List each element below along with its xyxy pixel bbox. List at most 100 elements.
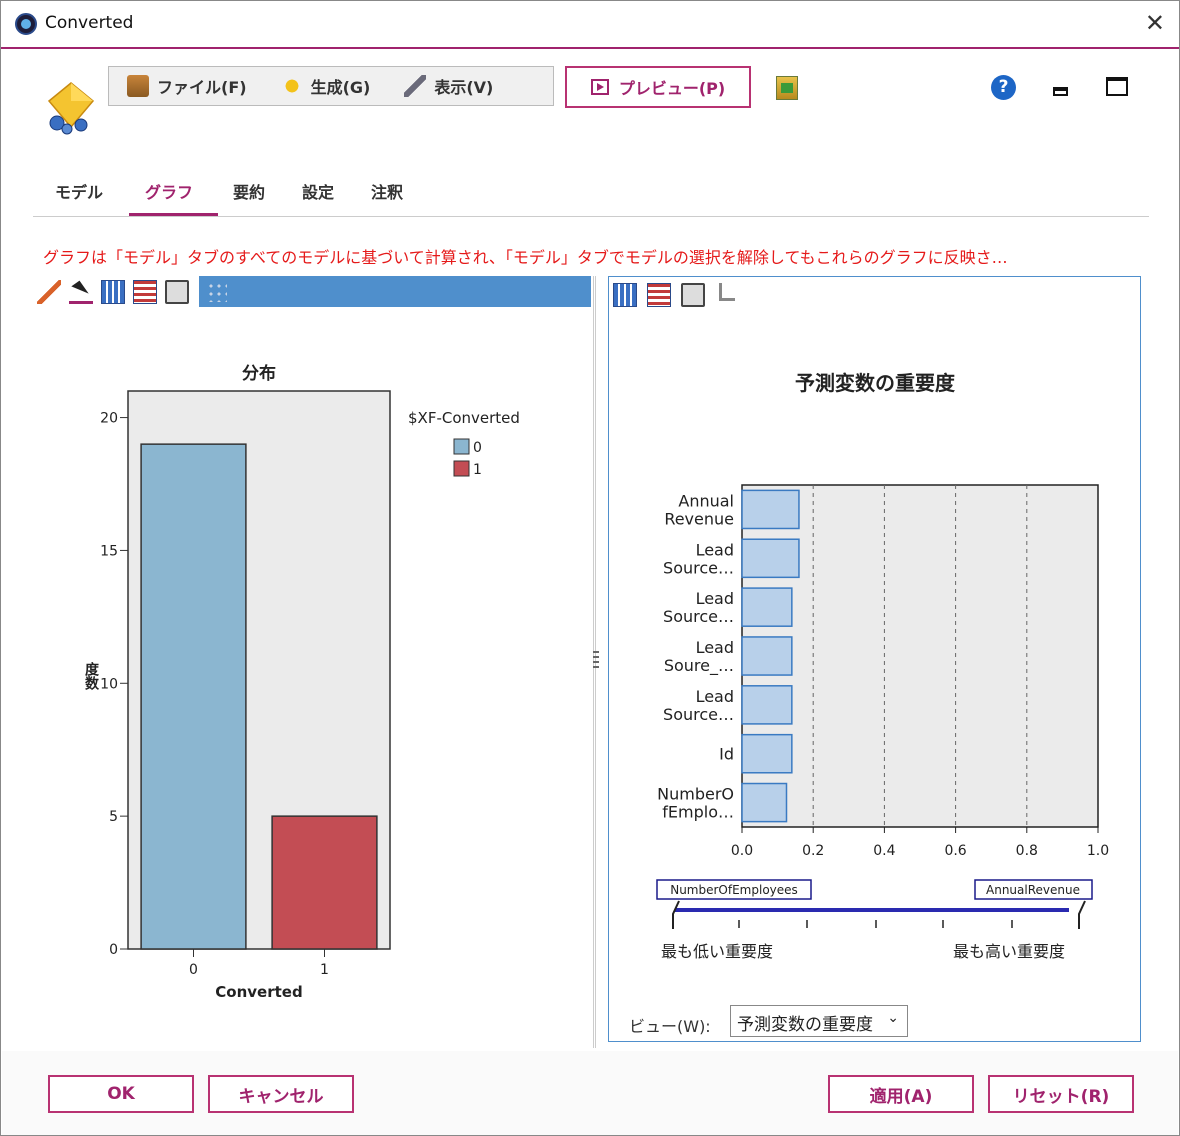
predictor-label: Source…	[663, 558, 734, 577]
flashlight-icon	[404, 75, 427, 97]
low-variable-name: NumberOfEmployees	[670, 883, 798, 897]
x-axis-label: Converted	[215, 983, 302, 1001]
y-tick-label: 10	[100, 676, 118, 692]
plot-area	[741, 484, 1099, 828]
app-icon	[15, 13, 37, 35]
legend-swatch-1	[453, 460, 470, 477]
predictor-label: Source…	[663, 607, 734, 626]
predictor-label: Soure_…	[664, 656, 734, 676]
predictor-label: Source…	[663, 705, 734, 724]
legend-label-1: 1	[473, 462, 482, 478]
menu-generate[interactable]: 生成(G)	[280, 74, 371, 98]
predictor-label: Id	[719, 745, 734, 764]
copy-chart-icon[interactable]	[613, 283, 637, 307]
x-tick-label: 1.0	[1087, 843, 1109, 859]
maximize-panel-icon[interactable]	[1106, 77, 1128, 96]
predictor-label: Lead	[696, 638, 734, 657]
minimize-panel-icon[interactable]	[1053, 87, 1068, 96]
y-tick-label: 20	[100, 411, 118, 427]
menu-file-label: ファイル(F)	[157, 78, 247, 97]
close-icon[interactable]: ✕	[1145, 9, 1165, 37]
predictor-label: Lead	[696, 589, 734, 608]
print-icon[interactable]	[165, 280, 189, 304]
warning-message: グラフは「モデル」タブのすべてのモデルに基づいて計算され、「モデル」タブでモデル…	[43, 248, 1008, 267]
distribution-chart: 分布 0 5 10 15 20 度数 0 1 Converted $XF-Converted 0 1	[83, 363, 520, 1001]
x-tick-label: 0.0	[731, 843, 753, 859]
briefcase-icon	[127, 75, 149, 97]
tab-settings[interactable]: 設定	[302, 179, 334, 203]
lowest-importance-label: 最も低い重要度	[661, 942, 773, 961]
high-variable-name: AnnualRevenue	[986, 883, 1080, 897]
play-icon	[590, 79, 609, 95]
x-tick-label: 1	[320, 962, 329, 978]
scale-right-bracket	[1078, 900, 1086, 929]
x-tick-label: 0.4	[873, 843, 895, 859]
left-chart-toolbar	[33, 276, 199, 308]
title-bar: Converted ✕	[1, 1, 1179, 47]
menu-view[interactable]: 表示(V)	[404, 74, 493, 98]
importance-bar	[741, 538, 800, 579]
bar-1	[271, 815, 378, 950]
grip-icon[interactable]	[207, 282, 227, 302]
tree-icon[interactable]	[719, 283, 735, 301]
print-icon[interactable]	[681, 283, 705, 307]
y-axis-label: 度数	[83, 661, 99, 691]
importance-bar	[741, 636, 793, 676]
x-tick-label: 0	[189, 962, 198, 978]
reset-button[interactable]: リセット(R)	[988, 1075, 1134, 1113]
y-tick-label: 15	[100, 543, 118, 559]
x-tick-label: 0.2	[802, 843, 824, 859]
title-divider	[1, 47, 1179, 49]
importance-bar	[741, 782, 788, 823]
copy-data-icon[interactable]	[133, 280, 157, 304]
apply-button[interactable]: 適用(A)	[828, 1075, 974, 1113]
pointer-icon[interactable]	[69, 280, 93, 304]
tab-annotations[interactable]: 注釈	[371, 179, 403, 203]
legend-swatch-0	[453, 438, 470, 455]
predictor-label: NumberO	[657, 785, 734, 804]
menu-file[interactable]: ファイル(F)	[127, 74, 247, 98]
importance-bar	[741, 733, 793, 774]
right-chart-toolbar	[613, 283, 735, 307]
menu-view-label: 表示(V)	[434, 78, 494, 97]
predictor-label: fEmplo…	[662, 803, 734, 822]
tab-graph[interactable]: グラフ	[145, 179, 193, 203]
bar-0	[140, 443, 247, 950]
export-icon[interactable]	[776, 76, 798, 100]
tab-summary[interactable]: 要約	[233, 179, 265, 203]
splitter-grip-icon[interactable]	[593, 651, 599, 671]
menu-bar: ファイル(F) 生成(G) 表示(V)	[108, 66, 554, 106]
predictor-label: Lead	[696, 540, 734, 559]
view-select-value: 予測変数の重要度	[737, 1015, 873, 1035]
predictor-importance-chart: 予測変数の重要度 0.0 0.2 0.4 0.6 0.8 1.0 AnnualRevenue L…	[656, 371, 1109, 961]
y-tick-label: 0	[109, 942, 118, 958]
tab-model[interactable]: モデル	[55, 179, 103, 203]
model-nugget-icon	[47, 82, 95, 135]
right-panel: 予測変数の重要度 0.0 0.2 0.4 0.6 0.8 1.0 Annual Revenue L…	[608, 276, 1141, 1042]
importance-bar	[741, 685, 793, 725]
legend-title: $XF-Converted	[408, 409, 520, 427]
view-select[interactable]: 予測変数の重要度 ⌄	[730, 1005, 908, 1037]
active-tab-indicator	[129, 213, 218, 216]
cancel-button[interactable]: キャンセル	[208, 1075, 354, 1113]
copy-data-icon[interactable]	[647, 283, 671, 307]
left-panel-header	[199, 276, 591, 307]
menu-generate-label: 生成(G)	[310, 78, 371, 97]
x-tick-label: 0.8	[1016, 843, 1038, 859]
x-tick-label: 0.6	[944, 843, 966, 859]
legend-label-0: 0	[473, 440, 482, 456]
predictor-label: Annual	[678, 491, 734, 510]
chart-title: 分布	[242, 363, 276, 384]
importance-bar	[741, 587, 793, 627]
window-title: Converted	[45, 13, 134, 33]
copy-chart-icon[interactable]	[101, 280, 125, 304]
help-icon[interactable]: ?	[991, 75, 1016, 100]
chart-title: 予測変数の重要度	[795, 371, 956, 395]
brush-icon[interactable]	[37, 280, 61, 304]
predictor-label: Revenue	[664, 509, 734, 528]
preview-button[interactable]: プレビュー(P)	[565, 66, 751, 108]
ok-button[interactable]: OK	[48, 1075, 194, 1113]
importance-bar	[741, 489, 800, 530]
scale-left-bracket	[672, 900, 680, 929]
tab-bar: モデル グラフ 要約 設定 注釈	[33, 167, 1149, 217]
